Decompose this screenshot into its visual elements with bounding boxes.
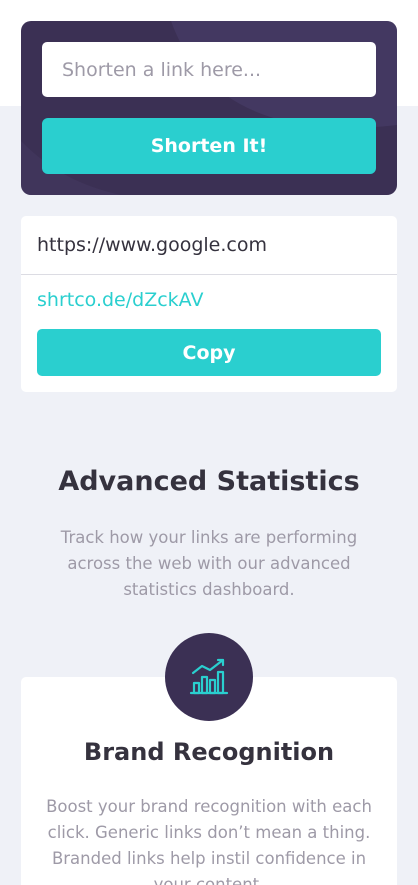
feature-description: Boost your brand recognition with each c… — [46, 797, 372, 885]
page: Shorten It! https://www.google.com shrtc… — [0, 0, 418, 885]
short-url-link[interactable]: shrtco.de/dZckAV — [37, 289, 203, 311]
shortened-link-result: https://www.google.com shrtco.de/dZckAV … — [21, 216, 397, 392]
shorten-button[interactable]: Shorten It! — [42, 118, 376, 174]
copy-button[interactable]: Copy — [37, 329, 381, 376]
link-input[interactable] — [42, 42, 376, 97]
chart-icon-graphic — [189, 658, 229, 695]
shorten-form: Shorten It! — [21, 21, 397, 195]
divider — [21, 274, 397, 275]
statistics-description: Track how your links are performing acro… — [60, 528, 358, 599]
original-url: https://www.google.com — [37, 234, 267, 256]
statistics-title: Advanced Statistics — [58, 466, 360, 497]
chart-icon — [165, 633, 253, 721]
feature-title: Brand Recognition — [83, 738, 335, 766]
